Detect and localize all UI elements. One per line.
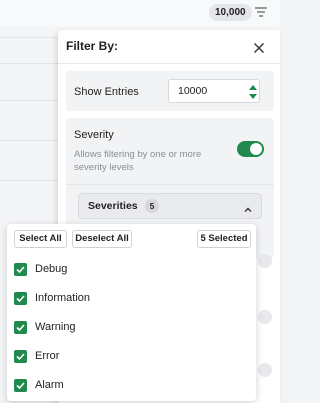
entries-stepper[interactable] [248,83,258,101]
option-label: Debug [35,263,68,275]
table-row-divider [0,100,58,101]
select-all-button[interactable]: Select All [14,230,67,248]
entries-count-badge: 10,000 [209,4,252,21]
option-label: Warning [35,321,76,333]
close-icon[interactable] [253,41,265,53]
severities-dropdown-button[interactable]: Severities 5 [78,193,262,219]
option-label: Alarm [35,379,64,391]
severity-option-alarm[interactable]: Alarm [14,376,244,396]
checkbox-checked-icon[interactable] [14,321,27,334]
severities-dropdown-label: Severities [88,200,138,212]
selected-count-button[interactable]: 5 Selected [197,230,251,248]
checkbox-checked-icon[interactable] [14,292,27,305]
table-row-divider [0,180,58,181]
filter-panel-title: Filter By: [66,39,119,53]
severities-count-badge: 5 [145,199,159,213]
chevron-up-icon [243,202,253,212]
hidden-toggle [258,254,272,268]
severities-dropdown-menu: Select All Deselect All 5 Selected Debug… [7,224,256,401]
severity-option-warning[interactable]: Warning [14,318,244,338]
toggle-knob [250,143,262,155]
option-label: Error [35,350,60,362]
table-row-divider [0,140,58,141]
severity-title: Severity [74,129,114,141]
show-entries-section: Show Entries 10000 [66,71,274,111]
table-row-divider [0,63,58,64]
top-toolbar: 10,000 [0,0,280,26]
checkbox-checked-icon[interactable] [14,263,27,276]
hidden-toggle [258,310,272,324]
show-entries-label: Show Entries [74,86,139,98]
filter-lines-icon[interactable] [254,5,268,19]
severity-divider [66,184,274,185]
option-label: Information [35,292,91,304]
show-entries-value: 10000 [178,85,208,97]
checkbox-checked-icon[interactable] [14,350,27,363]
severity-toggle[interactable] [237,141,264,157]
severity-description: Allows filtering by one or more severity… [74,149,202,173]
severity-option-error[interactable]: Error [14,347,244,367]
checkbox-checked-icon[interactable] [14,379,27,392]
severity-option-debug[interactable]: Debug [14,260,244,280]
hidden-toggle [258,363,272,377]
deselect-all-button[interactable]: Deselect All [72,230,132,248]
show-entries-input[interactable]: 10000 [168,79,260,103]
severity-option-information[interactable]: Information [14,289,244,309]
table-row-divider [0,37,58,38]
filter-panel-header: Filter By: [58,30,280,64]
